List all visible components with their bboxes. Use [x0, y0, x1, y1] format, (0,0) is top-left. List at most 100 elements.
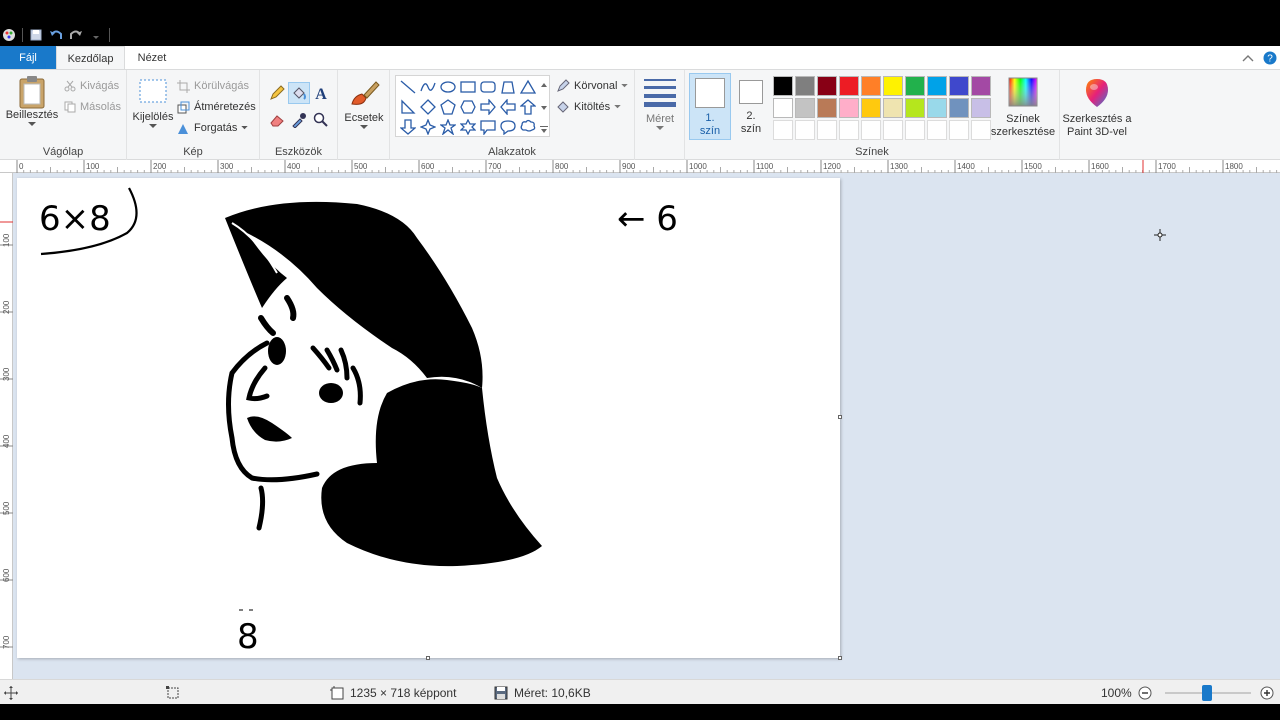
color1-button[interactable]: 1. szín	[689, 73, 731, 140]
oval-shape[interactable]	[438, 77, 458, 97]
palette-swatch[interactable]	[839, 76, 859, 96]
right-arrow-shape[interactable]	[478, 97, 498, 117]
triangle-shape[interactable]	[518, 77, 538, 97]
palette-swatch[interactable]	[861, 76, 881, 96]
palette-custom-slot[interactable]	[839, 120, 859, 140]
text-tool[interactable]: A	[310, 82, 332, 104]
six-point-star-shape[interactable]	[458, 117, 478, 137]
hexagon-shape[interactable]	[458, 97, 478, 117]
resize-handle-right[interactable]	[838, 415, 842, 419]
zoom-slider-thumb[interactable]	[1202, 685, 1212, 701]
crop-button[interactable]: Körülvágás	[177, 77, 249, 95]
palette-custom-slot[interactable]	[773, 120, 793, 140]
palette-swatch[interactable]	[905, 76, 925, 96]
edit-colors-button[interactable]: Színek szerkesztése	[991, 77, 1055, 139]
copy-label: Másolás	[80, 101, 121, 113]
palette-custom-slot[interactable]	[949, 120, 969, 140]
eraser-tool[interactable]	[266, 109, 288, 131]
pencil-tool[interactable]	[266, 82, 288, 104]
callout-oval-shape[interactable]	[498, 117, 518, 137]
palette-custom-slot[interactable]	[795, 120, 815, 140]
palette-swatch[interactable]	[927, 76, 947, 96]
palette-custom-slot[interactable]	[817, 120, 837, 140]
eye-left	[268, 337, 286, 365]
five-point-star-shape[interactable]	[438, 117, 458, 137]
size-button[interactable]: Méret	[641, 77, 679, 131]
fill-tool[interactable]	[288, 82, 310, 104]
brushes-button[interactable]: Ecsetek	[344, 78, 384, 130]
outline-button[interactable]: Körvonal	[556, 77, 629, 95]
help-icon[interactable]: ?	[1262, 50, 1278, 66]
palette-custom-slot[interactable]	[861, 120, 881, 140]
up-arrow-shape[interactable]	[518, 97, 538, 117]
palette-swatch[interactable]	[795, 76, 815, 96]
callout-rect-shape[interactable]	[478, 117, 498, 137]
ruler-label: 300	[2, 367, 11, 381]
select-button[interactable]: Kijelölés	[131, 78, 175, 129]
diamond-shape[interactable]	[418, 97, 438, 117]
rectangle-shape[interactable]	[458, 77, 478, 97]
zoom-in-button[interactable]	[1260, 680, 1274, 705]
right-triangle-shape[interactable]	[398, 97, 418, 117]
customize-qat-icon[interactable]	[89, 28, 103, 42]
resize-handle-bottom[interactable]	[426, 656, 430, 660]
palette-swatch[interactable]	[839, 98, 859, 118]
curve-shape[interactable]	[418, 77, 438, 97]
tab-home[interactable]: Kezdőlap	[56, 46, 125, 70]
palette-swatch[interactable]	[905, 98, 925, 118]
down-arrow-shape[interactable]	[398, 117, 418, 137]
fill-button[interactable]: Kitöltés	[556, 98, 621, 116]
palette-swatch[interactable]	[971, 76, 991, 96]
resize-handle-corner[interactable]	[838, 656, 842, 660]
rounded-rectangle-shape[interactable]	[478, 77, 498, 97]
collapse-ribbon-icon[interactable]	[1240, 50, 1256, 66]
palette-swatch[interactable]	[971, 98, 991, 118]
copy-button[interactable]: Másolás	[64, 98, 121, 116]
palette-custom-slot[interactable]	[883, 120, 903, 140]
paint-app-icon[interactable]	[2, 28, 16, 42]
palette-swatch[interactable]	[949, 98, 969, 118]
left-arrow-shape[interactable]	[498, 97, 518, 117]
cut-button[interactable]: Kivágás	[64, 77, 119, 95]
pentagon-shape[interactable]	[438, 97, 458, 117]
magnifier-tool[interactable]	[310, 109, 332, 131]
palette-swatch[interactable]	[949, 76, 969, 96]
palette-swatch[interactable]	[883, 98, 903, 118]
paint3d-label-a: Szerkesztés a	[1062, 113, 1132, 125]
palette-swatch[interactable]	[773, 76, 793, 96]
palette-custom-slot[interactable]	[927, 120, 947, 140]
six-point-star-icon	[460, 119, 476, 135]
shapes-scroll[interactable]	[539, 78, 549, 136]
polygon-shape[interactable]	[498, 77, 518, 97]
color-picker-tool[interactable]	[288, 109, 310, 131]
edit-with-paint3d-button[interactable]: Szerkesztés a Paint 3D-vel	[1062, 77, 1132, 139]
rotate-label: Forgatás	[194, 122, 238, 134]
resize-button[interactable]: Átméretezés	[177, 98, 256, 116]
palette-swatch[interactable]	[817, 98, 837, 118]
file-size: Méret: 10,6KB	[494, 680, 591, 705]
palette-swatch[interactable]	[927, 98, 947, 118]
tab-view[interactable]: Nézet	[130, 46, 174, 70]
undo-icon[interactable]	[49, 28, 63, 42]
palette-custom-slot[interactable]	[905, 120, 925, 140]
palette-custom-slot[interactable]	[971, 120, 991, 140]
palette-swatch[interactable]	[773, 98, 793, 118]
clipboard-group-label: Vágólap	[42, 146, 84, 158]
color2-button[interactable]: 2. szín	[735, 80, 767, 136]
palette-swatch[interactable]	[795, 98, 815, 118]
callout-cloud-shape[interactable]	[518, 117, 538, 137]
zoom-out-button[interactable]	[1138, 680, 1152, 705]
callout-cloud-icon	[520, 119, 536, 132]
tab-file[interactable]: Fájl	[0, 46, 56, 69]
paste-button[interactable]: Beillesztés	[6, 75, 58, 127]
rotate-button[interactable]: Forgatás	[177, 119, 249, 137]
palette-swatch[interactable]	[861, 98, 881, 118]
palette-swatch[interactable]	[883, 76, 903, 96]
drawing-canvas[interactable]: 6×8 ← 6 8	[17, 178, 842, 660]
workspace-area[interactable]: 6×8 ← 6 8	[13, 173, 1280, 679]
save-icon[interactable]	[29, 28, 43, 42]
line-shape[interactable]	[398, 77, 418, 97]
four-point-star-shape[interactable]	[418, 117, 438, 137]
redo-icon[interactable]	[69, 28, 83, 42]
palette-swatch[interactable]	[817, 76, 837, 96]
